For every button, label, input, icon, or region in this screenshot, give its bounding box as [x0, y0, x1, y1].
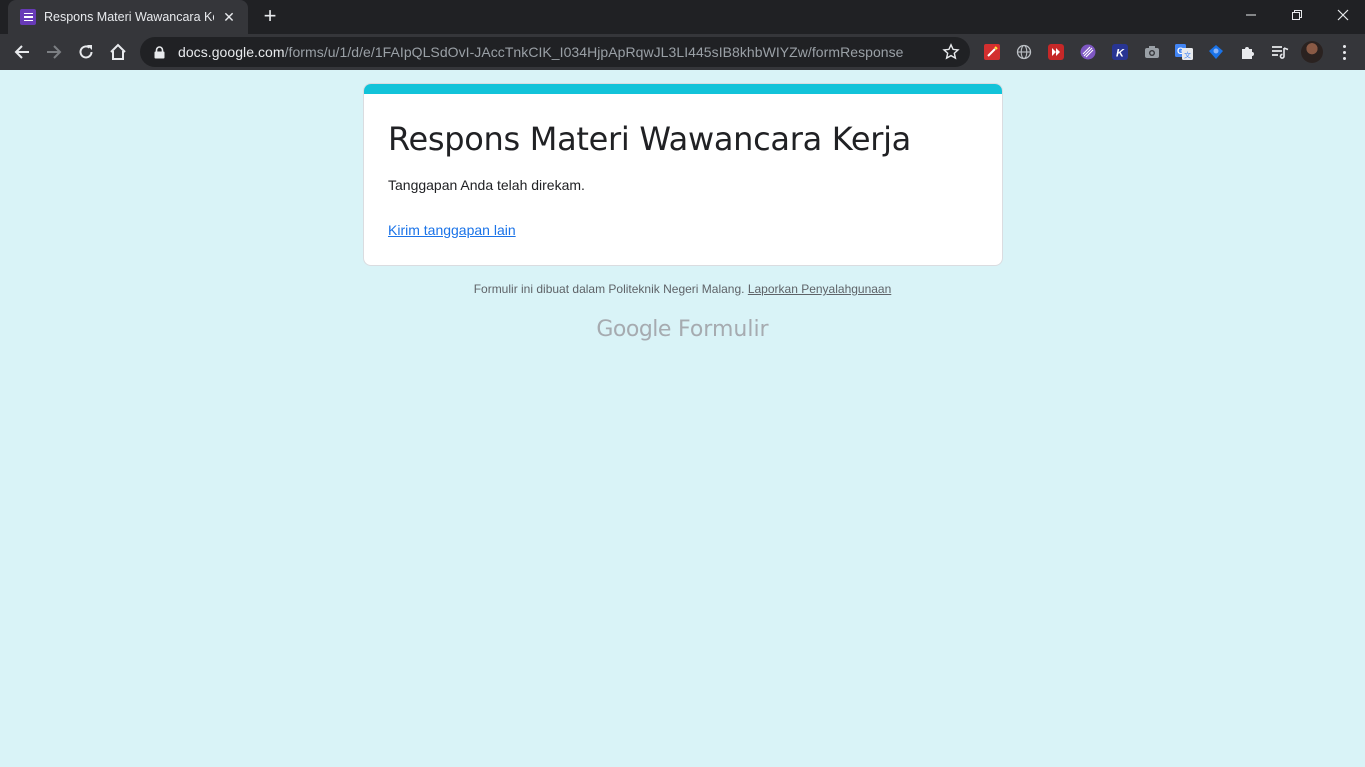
pen-icon[interactable] — [983, 43, 1001, 61]
svg-text:文: 文 — [1184, 51, 1191, 60]
report-abuse-link[interactable]: Laporkan Penyalahgunaan — [748, 282, 891, 296]
browser-tab[interactable]: Respons Materi Wawancara Kerja ✕ — [8, 0, 248, 34]
card-accent-bar — [364, 84, 1002, 94]
submit-another-response-link[interactable]: Kirim tanggapan lain — [388, 222, 516, 238]
form-footer: Formulir ini dibuat dalam Politeknik Neg… — [0, 282, 1365, 296]
minimize-icon[interactable] — [1228, 0, 1274, 30]
bookmark-star-icon[interactable] — [942, 43, 960, 61]
browser-menu-icon[interactable] — [1337, 42, 1351, 62]
puzzle-icon[interactable] — [1239, 43, 1257, 61]
confirmation-message: Tanggapan Anda telah direkam. — [388, 177, 585, 193]
lock-icon[interactable] — [152, 45, 166, 59]
profile-avatar[interactable] — [1301, 41, 1323, 63]
new-tab-icon[interactable]: + — [258, 5, 282, 29]
tab-title: Respons Materi Wawancara Kerja — [44, 10, 214, 24]
reload-icon[interactable] — [72, 38, 100, 66]
google-forms-logo[interactable]: Google Formulir — [0, 317, 1365, 342]
close-tab-icon[interactable]: ✕ — [220, 9, 238, 26]
home-icon[interactable] — [104, 38, 132, 66]
browser-toolbar: docs.google.com/forms/u/1/d/e/1FAIpQLSdO… — [0, 34, 1365, 70]
brand-product: Formulir — [677, 317, 769, 342]
svg-text:K: K — [1116, 48, 1125, 60]
footer-disclaimer: Formulir ini dibuat dalam Politeknik Neg… — [473, 282, 745, 296]
close-window-icon[interactable] — [1320, 0, 1365, 30]
browser-titlebar: Respons Materi Wawancara Kerja ✕ + — [0, 0, 1365, 34]
form-title: Respons Materi Wawancara Kerja — [388, 120, 911, 158]
brand-google: Google — [596, 317, 671, 342]
back-icon[interactable] — [8, 38, 36, 66]
globe-icon[interactable] — [1015, 43, 1033, 61]
reading-list-icon[interactable] — [1271, 43, 1289, 61]
restore-icon[interactable] — [1274, 0, 1320, 30]
address-bar[interactable]: docs.google.com/forms/u/1/d/e/1FAIpQLSdO… — [140, 37, 970, 67]
forms-favicon-icon — [20, 9, 36, 25]
video-icon[interactable] — [1047, 43, 1065, 61]
forward-icon[interactable] — [40, 38, 68, 66]
translate-icon[interactable]: G文 — [1175, 43, 1193, 61]
url-text[interactable]: docs.google.com/forms/u/1/d/e/1FAIpQLSdO… — [178, 44, 970, 60]
camera-icon[interactable] — [1143, 43, 1161, 61]
shield-icon[interactable] — [1207, 43, 1225, 61]
pattern-icon[interactable] — [1079, 43, 1097, 61]
form-confirmation-card: Respons Materi Wawancara Kerja Tanggapan… — [363, 83, 1003, 266]
k-icon[interactable]: K — [1111, 43, 1129, 61]
